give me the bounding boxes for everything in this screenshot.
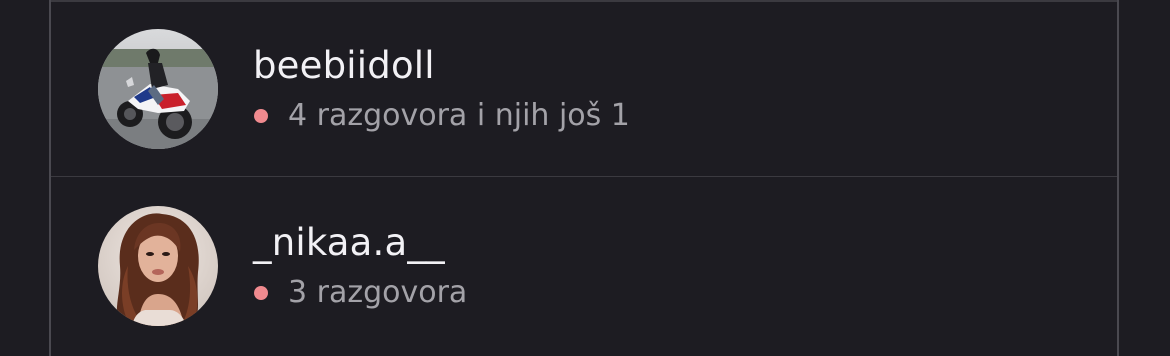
woman-portrait-photo (98, 206, 218, 326)
motorcycle-rider-photo (98, 29, 218, 149)
conversation-status: 4 razgovora i njih još 1 (254, 98, 630, 133)
conversation-row[interactable]: _nikaa.a__ 3 razgovora (51, 178, 1117, 355)
conversation-username: beebiidoll (253, 44, 435, 87)
avatar[interactable] (98, 206, 218, 326)
conversation-status: 3 razgovora (254, 275, 467, 310)
conversation-username: _nikaa.a__ (253, 221, 445, 264)
conversation-status-text: 3 razgovora (288, 275, 468, 310)
conversation-list: beebiidoll 4 razgovora i njih još 1 _nik… (49, 0, 1119, 356)
unread-dot-icon (254, 285, 268, 300)
conversation-list-screen: beebiidoll 4 razgovora i njih još 1 _nik… (0, 0, 1170, 356)
conversation-status-text: 4 razgovora i njih još 1 (288, 98, 630, 133)
unread-dot-icon (254, 108, 268, 123)
conversation-row[interactable]: beebiidoll 4 razgovora i njih još 1 (51, 0, 1117, 177)
avatar[interactable] (98, 29, 218, 149)
